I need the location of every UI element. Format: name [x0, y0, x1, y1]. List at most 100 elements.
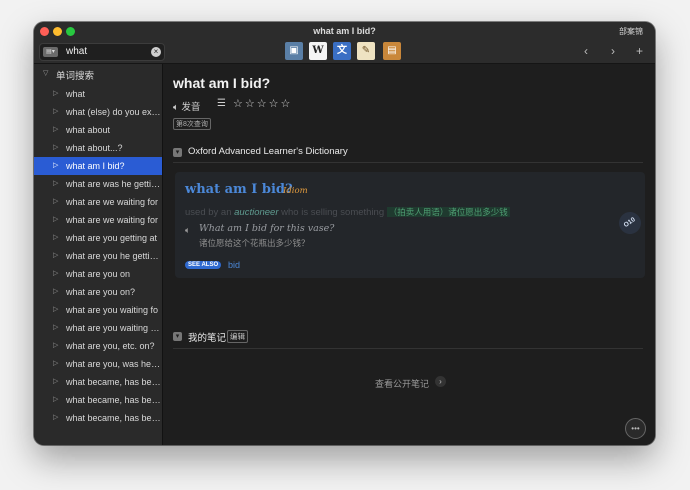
chat-bubble-icon[interactable]: •••: [625, 418, 646, 439]
divider: [173, 162, 643, 163]
sidebar-item-label: what are we waiting for: [66, 197, 159, 207]
entry-definition: used by an auctioneer who is selling som…: [185, 206, 510, 218]
add-button[interactable]: +: [636, 44, 643, 58]
title-bar: what am I bid? 部案锦: [34, 22, 655, 41]
search-box[interactable]: ▤▾ what ×: [39, 43, 165, 61]
sidebar-item[interactable]: ▷ what are you waiting fo: [34, 301, 162, 319]
disclosure-right-icon[interactable]: ▷: [53, 89, 58, 97]
disclosure-right-icon[interactable]: ▷: [53, 179, 58, 187]
forward-button[interactable]: ›: [611, 44, 615, 58]
definition-text-2: who is selling something: [281, 207, 385, 218]
search-input[interactable]: what: [66, 46, 87, 57]
disclosure-right-icon[interactable]: ▷: [53, 269, 58, 277]
sidebar-item-label: what became, has bec...: [66, 395, 161, 405]
window-title: what am I bid?: [313, 26, 376, 36]
wikipedia-icon[interactable]: W: [309, 42, 327, 60]
sidebar-item-label: what are you waiting fo...: [66, 323, 161, 333]
public-notes-link[interactable]: 查看公开笔记: [375, 377, 429, 390]
definition-chinese: （拍卖人用语）诸位愿出多少钱: [386, 207, 510, 217]
rating-stars[interactable]: ☆☆☆☆☆: [233, 97, 292, 110]
page-title: what am I bid?: [173, 75, 271, 91]
sidebar-item-label: what about: [66, 125, 111, 135]
disclosure-right-icon[interactable]: ▷: [53, 413, 58, 421]
sidebar-item[interactable]: ▷ what are you, was he,...: [34, 355, 162, 373]
translate-icon[interactable]: 文: [333, 42, 351, 60]
sidebar-item[interactable]: ▷ what about: [34, 121, 162, 139]
disclosure-right-icon[interactable]: ▷: [53, 125, 58, 133]
sidebar-item[interactable]: ▷ what are you waiting fo...: [34, 319, 162, 337]
dictionary-section-title[interactable]: Oxford Advanced Learner's Dictionary: [188, 146, 348, 157]
notes-section-title[interactable]: 我的笔记: [188, 330, 226, 344]
list-dropdown-icon[interactable]: ▤▾: [43, 47, 58, 57]
divider: [173, 348, 643, 349]
example-translation: 诸位愿给这个花瓶出多少钱？: [199, 238, 310, 248]
sidebar-item[interactable]: ▷ what are you, etc. on?: [34, 337, 162, 355]
disclosure-right-icon[interactable]: ▷: [53, 251, 58, 259]
sidebar-item-label: what are you on: [66, 269, 131, 279]
sidebar-item-label: what are we waiting for: [66, 215, 159, 225]
sidebar-item-label: what are you, was he,...: [66, 359, 161, 369]
sidebar-item[interactable]: ▷ what about...?: [34, 139, 162, 157]
toolbar: ▤▾ what × ▣ W 文 ✎ ▤ ‹ › +: [34, 41, 655, 64]
sidebar-item[interactable]: ▷ what are you on?: [34, 283, 162, 301]
sidebar-item[interactable]: ▷ what are you on: [34, 265, 162, 283]
disclosure-right-icon[interactable]: ▷: [53, 143, 58, 151]
entry-pos-label: Idiom: [283, 186, 308, 196]
definition-keyword[interactable]: auctioneer: [234, 207, 278, 218]
notes-collapse-icon[interactable]: ▾: [173, 332, 182, 341]
disclosure-right-icon[interactable]: ▷: [53, 161, 58, 169]
disclosure-right-icon[interactable]: ▷: [53, 197, 58, 205]
section-collapse-icon[interactable]: ▾: [173, 148, 182, 157]
disclosure-right-icon[interactable]: ▷: [53, 377, 58, 385]
sidebar-item-label: what about...?: [66, 143, 123, 153]
disclosure-right-icon[interactable]: ▷: [53, 233, 58, 241]
definition-text: used by an: [185, 207, 232, 218]
sidebar-item[interactable]: ▷ what are we waiting for: [34, 193, 162, 211]
example-sentence: What am I bid for this vase?: [199, 223, 335, 234]
sidebar-item-label: what are you waiting fo: [66, 305, 159, 315]
sidebar-item[interactable]: ▷ what became, has bec...: [34, 409, 162, 427]
sidebar-item-label: what am I bid?: [66, 161, 125, 171]
disclosure-right-icon[interactable]: ▷: [53, 395, 58, 403]
sidebar-item[interactable]: ▷ what are you he gettin...: [34, 247, 162, 265]
disclosure-right-icon[interactable]: ▷: [53, 359, 58, 367]
disclosure-right-icon[interactable]: ▷: [53, 305, 58, 313]
see-also-link[interactable]: bid: [228, 260, 240, 270]
sidebar-header-label: 单词搜索: [56, 71, 95, 82]
brown-book-icon[interactable]: ▤: [383, 42, 401, 60]
pronounce-button[interactable]: 🔈︎ 发音: [173, 99, 200, 113]
sidebar-item-label: what are was he gettin...: [66, 179, 161, 189]
entry-headword: what am I bid?: [185, 182, 293, 197]
disclosure-right-icon[interactable]: ▷: [53, 215, 58, 223]
sidebar-item[interactable]: ▷ what (else) do you exp...: [34, 103, 162, 121]
disclosure-right-icon[interactable]: ▷: [53, 287, 58, 295]
wordlist-icon[interactable]: ☰: [217, 98, 226, 109]
sidebar-item[interactable]: ▷ what became, has bec...: [34, 373, 162, 391]
sidebar-item[interactable]: ▷ what became, has bec...: [34, 391, 162, 409]
app-window: what am I bid? 部案锦 ▤▾ what × ▣ W 文 ✎ ▤ ‹…: [34, 22, 655, 445]
dictionary-entry: what am I bid? Idiom used by an auctione…: [175, 172, 645, 278]
chevron-right-icon[interactable]: ›: [435, 376, 446, 387]
pronounce-label: 发音: [181, 102, 201, 113]
sidebar-section-header[interactable]: ▽ 单词搜索: [34, 65, 162, 83]
disclosure-right-icon[interactable]: ▷: [53, 107, 58, 115]
sidebar-item[interactable]: ▷ what: [34, 85, 162, 103]
sidebar-item[interactable]: ▷ what are you getting at: [34, 229, 162, 247]
dictionary-book-icon[interactable]: ▣: [285, 42, 303, 60]
sidebar-item-label: what are you he gettin...: [66, 251, 161, 261]
sidebar: ▽ 单词搜索 ▷ what ▷ what (else) do you exp... ▷ w…: [34, 64, 163, 445]
sidebar-item[interactable]: ▷ what are was he gettin...: [34, 175, 162, 193]
sidebar-item-label: what (else) do you exp...: [66, 107, 161, 117]
example-speaker-icon[interactable]: 🔈︎: [185, 225, 190, 236]
notes-book-icon[interactable]: ✎: [357, 42, 375, 60]
disclosure-right-icon[interactable]: ▷: [53, 341, 58, 349]
back-button[interactable]: ‹: [584, 44, 588, 58]
clear-icon[interactable]: ×: [151, 47, 161, 57]
main-content: what am I bid? 🔈︎ 发音 ☰ ☆☆☆☆☆ 第8次查询 ▾ Oxf…: [163, 64, 655, 445]
sidebar-item[interactable]: ▷ what are we waiting for: [34, 211, 162, 229]
edit-notes-button[interactable]: 编辑: [227, 330, 248, 343]
sidebar-item[interactable]: ▷ what am I bid?: [34, 157, 162, 175]
disclosure-right-icon[interactable]: ▷: [53, 323, 58, 331]
sidebar-item-label: what: [66, 89, 86, 99]
sidebar-item-label: what became, has bec...: [66, 413, 161, 423]
